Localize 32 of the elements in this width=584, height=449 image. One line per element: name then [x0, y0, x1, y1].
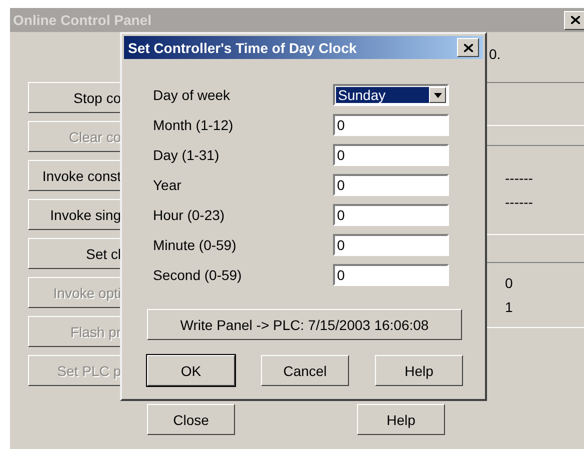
close-icon [464, 44, 472, 52]
close-icon [570, 16, 580, 24]
input-field[interactable]: 0 [333, 174, 449, 196]
footer-button[interactable]: Close [147, 404, 235, 435]
write-button[interactable]: Write Panel -> PLC: 7/15/2003 16:06:08 [147, 309, 462, 340]
value-text: 1 [505, 299, 514, 315]
value-text: 0 [505, 275, 514, 291]
close-button[interactable] [564, 10, 584, 30]
close-button[interactable] [457, 38, 479, 57]
input-field[interactable]: 0 [333, 144, 449, 166]
input-field[interactable]: 0 [333, 234, 449, 256]
field-label: Second (0-59) [153, 267, 243, 283]
field-label: Hour (0-23) [153, 207, 226, 223]
dropdown[interactable]: Sunday [333, 84, 449, 106]
input-field[interactable]: 0 [333, 114, 449, 136]
dialog-button[interactable]: Cancel [261, 355, 349, 386]
dialog-button[interactable]: Help [375, 355, 463, 386]
input-field[interactable]: 0 [333, 264, 449, 286]
dropdown-button[interactable] [429, 87, 446, 103]
field-label: Day of week [153, 87, 232, 103]
field-label: Year [153, 177, 182, 193]
caret-icon [434, 92, 442, 98]
dialog-title: Set Controller's Time of Day Clock [128, 40, 357, 56]
dialog-button[interactable]: OK [147, 355, 235, 386]
field-label: Day (1-31) [153, 147, 220, 163]
field-label: Minute (0-59) [153, 237, 238, 253]
footer-button[interactable]: Help [357, 404, 445, 435]
input-field[interactable]: 0 [333, 204, 449, 226]
value-text: ------ [505, 170, 534, 186]
status-text: 0. [489, 46, 501, 62]
field-label: Month (1-12) [153, 117, 234, 133]
value-text: ------ [505, 194, 534, 210]
